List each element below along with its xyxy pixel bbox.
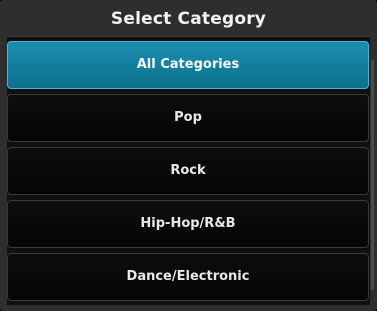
category-item-hip-hop-rnb[interactable]: Hip-Hop/R&B bbox=[7, 200, 369, 248]
category-item-rock[interactable]: Rock bbox=[7, 147, 369, 195]
category-item-dance-electronic[interactable]: Dance/Electronic bbox=[7, 253, 369, 301]
select-category-dialog: Select Category All Categories Pop Rock … bbox=[0, 0, 377, 311]
category-list: All Categories Pop Rock Hip-Hop/R&B Danc… bbox=[7, 36, 370, 305]
category-item-all-categories[interactable]: All Categories bbox=[7, 41, 369, 89]
list-scrollbar[interactable] bbox=[371, 60, 374, 290]
category-item-pop[interactable]: Pop bbox=[7, 94, 369, 142]
dialog-title: Select Category bbox=[110, 9, 267, 29]
